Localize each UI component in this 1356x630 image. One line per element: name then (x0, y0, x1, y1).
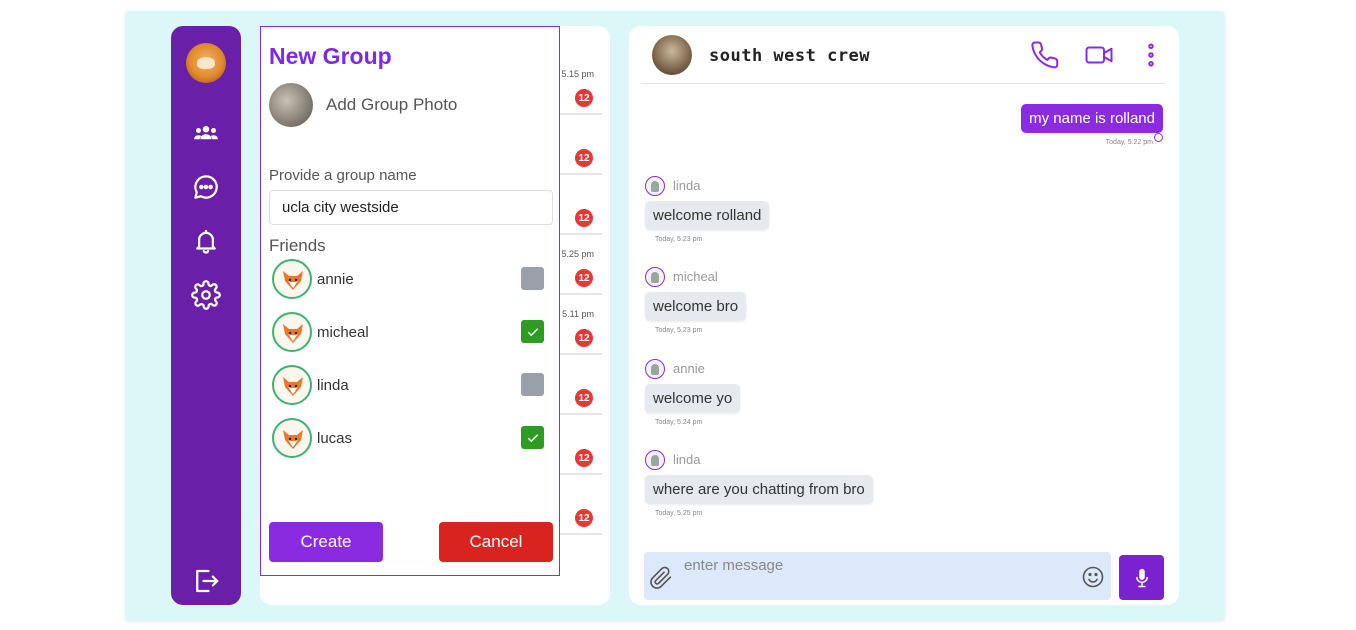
chat-icon[interactable] (191, 172, 221, 202)
friend-checkbox[interactable] (521, 267, 544, 290)
paperclip-icon[interactable] (649, 566, 673, 590)
friend-item[interactable]: lucas (272, 418, 556, 460)
fox-avatar-icon (283, 430, 303, 449)
sender-name: linda (673, 178, 701, 193)
friend-avatar (272, 259, 312, 299)
unread-badge: 12 (575, 509, 593, 527)
unread-badge: 12 (575, 269, 593, 287)
message-time: Today, 5.23 pm (655, 327, 703, 334)
group-avatar[interactable] (652, 35, 692, 75)
friend-item[interactable]: micheal (272, 312, 556, 354)
friends-label: Friends (269, 236, 326, 255)
chat-panel: south west crew my name is rolland Today… (629, 26, 1179, 605)
more-icon[interactable] (1136, 40, 1166, 70)
message-bubble: welcome bro (645, 292, 747, 321)
fox-avatar-icon (283, 324, 303, 343)
modal-title: New Group (269, 43, 392, 69)
friend-name: micheal (317, 324, 369, 341)
mic-icon (1135, 568, 1148, 587)
fox-avatar-icon (283, 377, 303, 396)
mic-button[interactable] (1119, 555, 1164, 600)
create-button[interactable]: Create (269, 522, 383, 562)
unread-badge: 12 (575, 329, 593, 347)
message-time: Today, 5.22 pm (1105, 139, 1153, 146)
message-time: Today, 5.23 pm (655, 236, 703, 243)
check-icon (527, 327, 538, 336)
sender-name: annie (673, 361, 705, 376)
friend-name: annie (317, 271, 354, 288)
unread-badge: 12 (575, 449, 593, 467)
unread-badge: 12 (575, 149, 593, 167)
friend-item[interactable]: annie (272, 259, 556, 301)
sender-name: linda (673, 452, 701, 467)
friend-checkbox[interactable] (521, 426, 544, 449)
user-avatar[interactable] (186, 43, 226, 83)
message-time: Today, 5.25 pm (655, 510, 703, 517)
message-bubble: welcome rolland (645, 201, 770, 230)
unread-badge: 12 (575, 209, 593, 227)
friend-item[interactable]: linda (272, 365, 556, 407)
sidebar (171, 26, 241, 605)
chat-header: south west crew (641, 26, 1165, 84)
message-bubble: where are you chatting from bro (645, 475, 873, 504)
video-icon[interactable] (1084, 40, 1114, 70)
group-name-input[interactable] (269, 190, 553, 225)
group-photo[interactable] (269, 83, 313, 127)
outgoing-message: my name is rolland (1021, 104, 1163, 133)
friend-checkbox[interactable] (521, 320, 544, 343)
message-composer (644, 552, 1111, 600)
friend-checkbox[interactable] (521, 373, 544, 396)
unread-badge: 12 (575, 89, 593, 107)
gear-icon[interactable] (191, 280, 221, 310)
sender-avatar (645, 450, 665, 470)
friend-avatar (272, 418, 312, 458)
sender-avatar (645, 176, 665, 196)
app-window: ay, 5.15 pm 12 12 12 ay, 5.25 pm 12 ay, … (125, 11, 1225, 621)
chat-title: south west crew (709, 46, 871, 66)
add-group-photo-label[interactable]: Add Group Photo (326, 95, 457, 115)
users-icon[interactable] (191, 118, 221, 148)
sender-name: micheal (673, 269, 718, 284)
sender-avatar (645, 267, 665, 287)
friend-name: lucas (317, 430, 353, 447)
bell-icon[interactable] (191, 226, 221, 256)
friend-avatar (272, 312, 312, 352)
unread-badge: 12 (575, 389, 593, 407)
check-icon (527, 433, 538, 442)
new-group-modal: New Group Add Group Photo Provide a grou… (260, 26, 560, 576)
cancel-button[interactable]: Cancel (439, 522, 553, 562)
message-status-icon (1154, 133, 1163, 142)
fox-avatar-icon (283, 271, 303, 290)
message-time: Today, 5.24 pm (655, 419, 703, 426)
friend-avatar (272, 365, 312, 405)
emoji-icon[interactable] (1081, 565, 1105, 589)
message-input[interactable] (674, 554, 1074, 576)
group-name-label: Provide a group name (269, 167, 417, 184)
friend-name: linda (317, 377, 349, 394)
message-bubble: welcome yo (645, 384, 741, 413)
sender-avatar (645, 359, 665, 379)
phone-icon[interactable] (1031, 40, 1061, 70)
logout-icon[interactable] (191, 566, 221, 596)
